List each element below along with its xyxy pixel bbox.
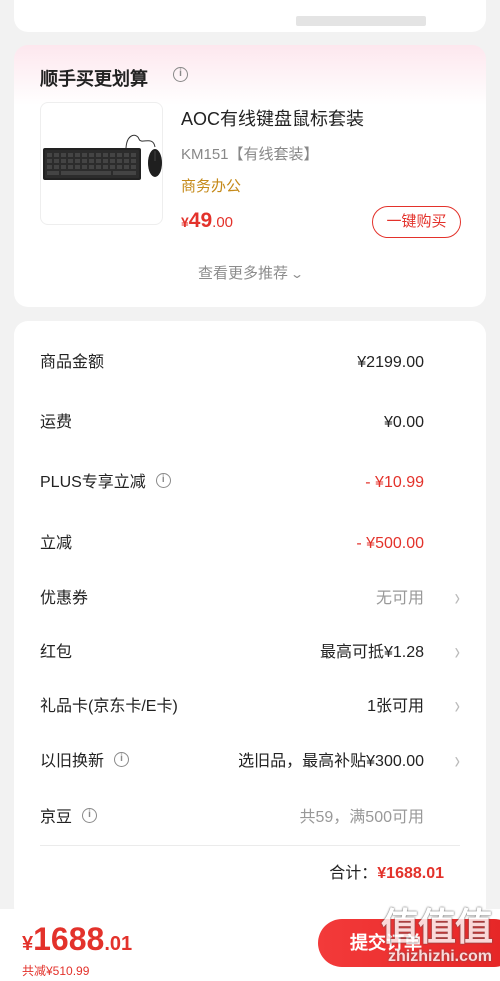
info-circle-icon[interactable]: i [173,67,188,82]
bottom-checkout-bar: ¥1688.01 共减¥510.99 提交订单 [0,909,500,981]
total-label: 合计： [329,865,378,882]
row-shipping: 运费 ¥0.00 [40,408,460,438]
previous-card [14,0,486,32]
row-value: 选旧品，最高补贴¥300.00 [238,753,424,770]
row-value: - ¥10.99 [365,474,424,491]
row-plus-discount: PLUS专享立减 i - ¥10.99 [40,468,460,498]
row-label: 运费 [40,414,73,431]
keyboard-mouse-icon [43,134,162,180]
row-red-packet[interactable]: 红包 最高可抵¥1.28 › [40,638,460,668]
row-label: 优惠券 [40,590,89,607]
total-line: 合计：¥1688.01 [329,859,444,883]
divider [40,845,460,846]
product-tag: 商务办公 [181,178,242,195]
price-currency: ¥ [22,933,34,955]
chevron-down-icon: ⌄ [289,267,305,281]
price-integer: 1688 [33,921,105,957]
row-value: - ¥500.00 [356,535,424,552]
jd-beans-label: 京豆 [40,809,73,826]
row-value: 共59，满500可用 [299,809,425,826]
price-integer: 49 [188,209,213,232]
row-value: 无可用 [375,590,424,607]
recommend-title: 顺手买更划算 [40,69,148,89]
trade-in-label: 以旧换新 [40,753,105,770]
product-name[interactable]: AOC有线键盘鼠标套装 [181,105,364,131]
payable-price: ¥1688.01 [22,921,132,958]
plus-discount-label: PLUS专享立减 [40,474,146,491]
row-label: 京豆 i [40,803,98,833]
info-circle-icon[interactable]: i [82,808,98,824]
total-amount: ¥1688.01 [377,865,444,882]
see-more-recommend-link[interactable]: 查看更多推荐 ⌄ [14,262,486,283]
product-spec: KM151【有线套装】 [181,146,319,163]
row-jd-beans: 京豆 i 共59，满500可用 [40,803,460,833]
row-value: ¥0.00 [383,414,424,431]
row-label: 商品金额 [40,354,105,371]
row-instant-discount: 立减 - ¥500.00 [40,529,460,559]
see-more-label: 查看更多推荐 [197,265,288,282]
total-saved: 共减¥510.99 [22,964,90,978]
row-value: 1张可用 [367,698,424,715]
row-trade-in[interactable]: 以旧换新 i 选旧品，最高补贴¥300.00 › [40,747,460,777]
clipped-text [296,16,426,26]
product-image[interactable] [40,102,163,225]
price-currency: ¥ [181,214,189,230]
row-label: 红包 [40,644,73,661]
info-circle-icon[interactable]: i [114,752,130,768]
row-label: 立减 [40,535,73,552]
row-gift-card[interactable]: 礼品卡(京东卡/E卡) 1张可用 › [40,692,460,722]
row-coupon[interactable]: 优惠券 无可用 › [40,584,460,614]
submit-order-button[interactable]: 提交订单 [318,919,500,967]
chevron-right-icon: › [454,639,460,666]
order-summary-card: 商品金额 ¥2199.00 运费 ¥0.00 PLUS专享立减 i - ¥10.9… [14,321,486,921]
row-label: 以旧换新 i [40,747,130,777]
row-value: 最高可抵¥1.28 [319,644,424,661]
chevron-right-icon: › [454,693,460,720]
row-value: ¥2199.00 [357,354,424,371]
product-price: ¥49.00 [181,209,233,233]
row-label: PLUS专享立减 i [40,468,171,498]
chevron-right-icon: › [454,585,460,612]
info-circle-icon[interactable]: i [155,473,171,489]
row-goods-amount: 商品金额 ¥2199.00 [40,348,460,378]
price-decimal: .00 [212,214,234,231]
recommend-card: 顺手买更划算 i AOC有线键盘鼠标套装 KM151【有线套装】 商务办公 ¥4… [14,45,486,307]
row-label: 礼品卡(京东卡/E卡) [40,698,178,715]
one-click-buy-button[interactable]: 一键购买 [372,206,461,238]
chevron-right-icon: › [454,748,460,775]
price-decimal: .01 [104,933,133,955]
